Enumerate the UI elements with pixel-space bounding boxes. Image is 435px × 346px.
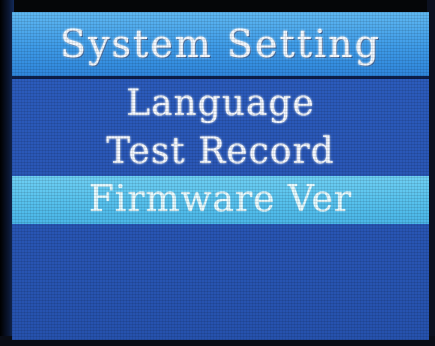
menu-item-firmware-ver[interactable]: Firmware Ver [12,176,429,224]
lcd-screen: System Setting Language Test Record Firm… [12,12,429,340]
menu-item-test-record[interactable]: Test Record [12,128,429,176]
menu-item-language[interactable]: Language [12,80,429,128]
screen-title: System Setting [60,22,381,66]
settings-menu: Language Test Record Firmware Ver [12,80,429,224]
title-bar: System Setting [12,12,429,79]
